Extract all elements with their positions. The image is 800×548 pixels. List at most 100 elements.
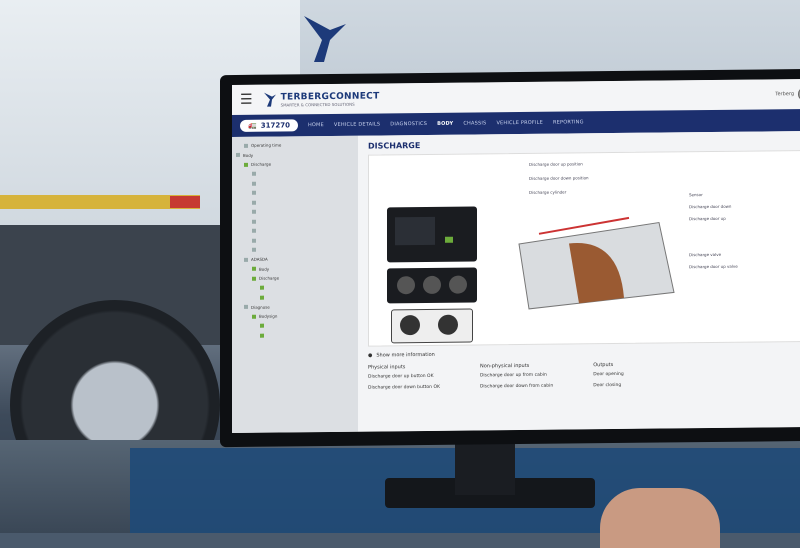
nav-chassis[interactable]: CHASSIS — [463, 120, 486, 126]
gauge-icon — [397, 276, 415, 295]
joystick-panel — [391, 308, 473, 344]
hamburger-menu-icon[interactable]: ☰ — [240, 92, 253, 108]
io-item: Discharge door down button OK — [368, 384, 440, 391]
status-square — [244, 257, 248, 262]
status-square — [252, 172, 256, 177]
label-door-up-position: Discharge door up position — [529, 161, 583, 167]
status-square — [252, 210, 256, 215]
tree-item-label — [267, 333, 268, 338]
main-panel: DISCHARGE Discharge door up position Dis… — [358, 130, 800, 432]
nav-body[interactable]: BODY — [437, 121, 453, 127]
vehicle-icon: 🚛 — [248, 121, 257, 130]
label-door-up-valve: Discharge door up valve — [689, 263, 738, 270]
knob-icon — [400, 315, 420, 336]
brand[interactable]: TERBERGCONNECT SMARTER & CONNECTED SOLUT… — [263, 90, 380, 107]
monitor: ☰ TERBERGCONNECT SMARTER & CONNECTED SOL… — [220, 68, 800, 448]
tree-item-label: Discharge — [251, 161, 272, 168]
tree-item-label — [267, 285, 268, 290]
gauge-icon — [423, 275, 441, 295]
nav-vehicle-details[interactable]: VEHICLE DETAILS — [334, 121, 380, 127]
screen: ☰ TERBERGCONNECT SMARTER & CONNECTED SOL… — [232, 78, 800, 434]
info-icon: ● — [368, 352, 373, 359]
knob-icon — [438, 314, 458, 335]
nav-vehicle-profile[interactable]: VEHICLE PROFILE — [496, 120, 543, 126]
io-item: Discharge door up from cabin — [479, 372, 547, 379]
non-physical-inputs: Non-physical inputs Discharge door up fr… — [480, 363, 553, 396]
label-door-down: Discharge door down — [689, 203, 732, 210]
label-discharge-valve: Discharge valve — [689, 251, 722, 258]
tree-item-label — [267, 323, 268, 328]
gauge-icon — [449, 275, 467, 294]
page-title: DISCHARGE — [368, 141, 421, 151]
nav-diagnostics[interactable]: DIAGNOSTICS — [390, 121, 427, 127]
show-more-label: Show more information — [376, 351, 435, 359]
status-square — [244, 143, 248, 148]
io-item: Door closing — [593, 382, 622, 389]
brand-name: TERBERGCONNECT — [280, 90, 380, 103]
truck-red-light — [170, 196, 200, 208]
brand-logo-icon — [263, 92, 276, 107]
status-square — [260, 323, 264, 328]
status-square — [260, 333, 264, 338]
gauge-panel — [387, 267, 477, 304]
status-square — [252, 229, 256, 234]
user-menu[interactable]: Terberg — [775, 86, 800, 102]
vehicle-id: 317270 — [260, 121, 290, 130]
status-square — [244, 162, 248, 167]
io-item: Discharge door down from cabin — [479, 383, 554, 390]
tree-item-label: Body — [243, 152, 254, 158]
control-display — [387, 206, 477, 263]
status-square — [236, 153, 240, 158]
content-area: Operating time Body Discharge ADASDA Bod… — [232, 130, 800, 434]
status-square — [260, 295, 264, 300]
section-title: Outputs — [593, 362, 614, 369]
tree-item-label — [259, 171, 260, 176]
tree-item-label — [259, 200, 260, 205]
nav-home[interactable]: HOME — [308, 122, 324, 128]
user-name: Terberg — [775, 91, 794, 98]
tree-item-label — [259, 181, 260, 186]
display-screen — [395, 216, 435, 246]
tree-item[interactable] — [236, 330, 354, 341]
status-square — [252, 219, 256, 224]
tree-item-label: Bodysign — [259, 313, 278, 319]
label-discharge-cylinder: Discharge cylinder — [529, 189, 567, 195]
tree-item-label — [259, 219, 260, 224]
section-title: Non-physical inputs — [479, 362, 530, 370]
status-square — [252, 200, 256, 205]
tree-item-label — [259, 209, 260, 214]
terberg-logo-mark — [304, 16, 346, 62]
status-square — [252, 191, 256, 196]
tree-item-label — [259, 190, 260, 195]
tree-item-label: Discharge — [259, 275, 280, 281]
label-door-down-position: Discharge door down position — [529, 175, 589, 181]
outputs: Outputs Door opening Door closing — [593, 362, 623, 394]
user-hand — [600, 488, 720, 548]
section-title: Physical inputs — [368, 364, 406, 371]
nav-reporting[interactable]: REPORTING — [553, 119, 584, 125]
status-square — [252, 238, 256, 243]
status-square — [252, 276, 256, 281]
tree-item-label — [259, 228, 260, 233]
status-square — [252, 314, 256, 319]
component-tree: Operating time Body Discharge ADASDA Bod… — [232, 135, 358, 434]
tree-item-label: ADASDA — [251, 256, 268, 263]
discharge-body-illustration — [518, 216, 675, 310]
tree-item-label — [259, 247, 260, 252]
vehicle-selector[interactable]: 🚛 317270 — [240, 119, 298, 132]
tree-item-label — [259, 238, 260, 243]
io-sections: Physical inputs Discharge door up button… — [368, 360, 800, 397]
status-square — [252, 267, 256, 272]
show-more-info[interactable]: ● Show more information — [368, 348, 800, 359]
physical-inputs: Physical inputs Discharge door up button… — [368, 364, 440, 397]
tree-item-label: Operating time — [251, 142, 282, 149]
status-square — [252, 181, 256, 186]
brand-tagline: SMARTER & CONNECTED SOLUTIONS — [280, 101, 355, 108]
discharge-diagram: Discharge door up position Discharge doo… — [368, 149, 800, 347]
io-item: Discharge door up button OK — [368, 373, 434, 380]
io-item: Door opening — [593, 371, 624, 378]
status-square — [252, 248, 256, 253]
tree-item-label: Diagnose — [251, 304, 270, 310]
tree-item-label: Body — [259, 266, 270, 272]
label-door-up: Discharge door up — [689, 215, 726, 222]
